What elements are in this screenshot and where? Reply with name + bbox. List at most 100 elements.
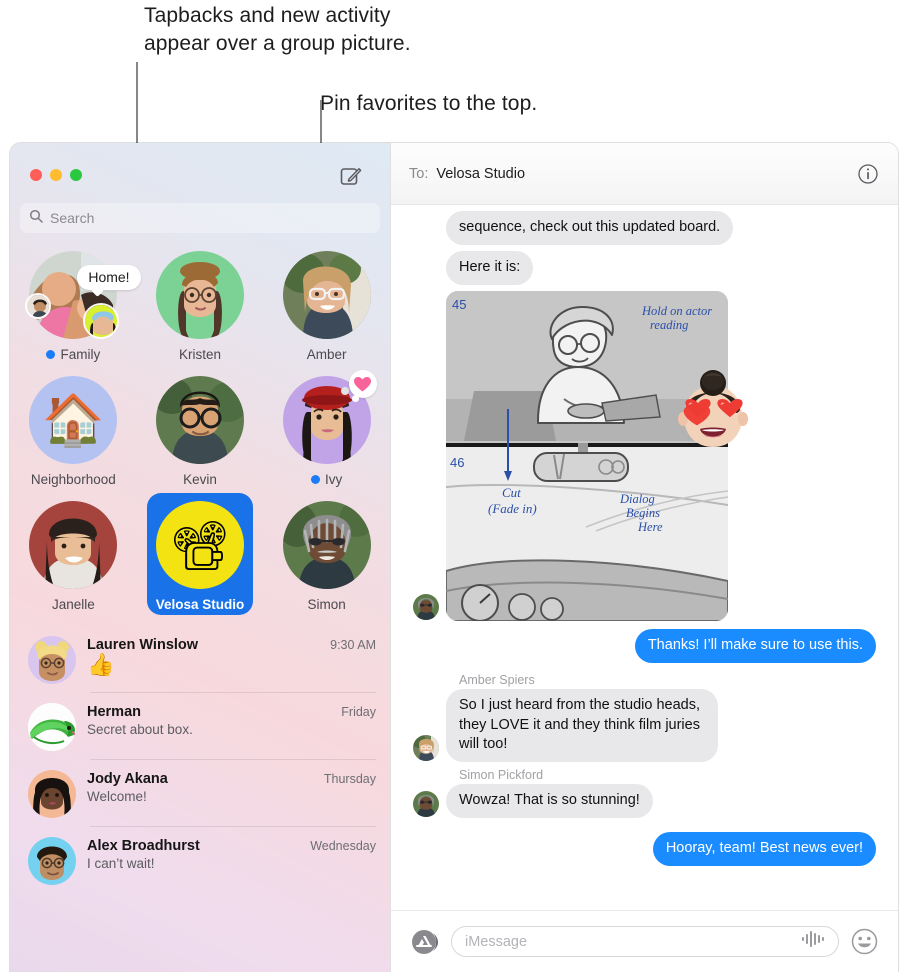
avatar-jody-akana bbox=[28, 770, 76, 818]
storyboard-image[interactable]: 45 Hold on actor reading 46 Cut (Fade in… bbox=[446, 291, 728, 622]
avatar-janelle bbox=[29, 501, 118, 589]
message-row: So I just heard from the studio heads, t… bbox=[413, 689, 876, 763]
conversation-row-lauren-winslow[interactable]: Lauren Winslow 9:30 AM 👍 bbox=[10, 626, 390, 693]
avatar-amber bbox=[282, 251, 371, 339]
pinned-item-amber-label: Amber bbox=[307, 347, 347, 362]
pinned-item-kevin-label: Kevin bbox=[183, 472, 217, 487]
traffic-lights bbox=[30, 169, 82, 181]
audio-waveform-icon[interactable] bbox=[801, 930, 825, 953]
message-input-bar: iMessage bbox=[391, 910, 898, 972]
conversation-preview: Welcome! bbox=[87, 789, 147, 804]
pinned-item-janelle[interactable]: Janelle bbox=[10, 501, 137, 612]
message-row: Wowza! That is so stunning! bbox=[413, 783, 876, 819]
label-text: Family bbox=[60, 347, 101, 362]
pinned-item-ivy-label: Ivy bbox=[311, 472, 342, 487]
avatar-lauren-winslow bbox=[28, 636, 76, 684]
message-thread-pane: To: Velosa Studio sequence, check out th… bbox=[390, 143, 898, 972]
pinned-item-kristen-label: Kristen bbox=[179, 347, 221, 362]
search-icon bbox=[29, 209, 43, 228]
messages-window: Search Home! Family Kristen Amber 🏠 Neig… bbox=[10, 143, 898, 972]
emoji-smiley-icon[interactable] bbox=[851, 928, 878, 955]
sidebar: Search Home! Family Kristen Amber 🏠 Neig… bbox=[10, 143, 390, 972]
pinned-item-velosa-studio[interactable]: 📽 Velosa Studio bbox=[137, 493, 264, 615]
window-titlebar bbox=[10, 143, 390, 203]
unread-dot-icon bbox=[311, 475, 321, 484]
thread-recipient[interactable]: Velosa Studio bbox=[436, 166, 525, 182]
pinned-item-kevin[interactable]: Kevin bbox=[137, 376, 264, 487]
label-text: Janelle bbox=[51, 597, 95, 612]
svg-text:45: 45 bbox=[452, 297, 466, 312]
svg-text:reading: reading bbox=[650, 318, 688, 332]
label-text: Kristen bbox=[178, 347, 221, 362]
label-text: Velosa Studio bbox=[155, 597, 245, 612]
avatar-kevin bbox=[155, 376, 244, 464]
conversation-row-jody-akana[interactable]: Jody Akana Thursday Welcome! bbox=[10, 760, 390, 827]
avatar-neighborhood: 🏠 bbox=[29, 376, 118, 464]
conversation-name: Lauren Winslow bbox=[87, 637, 199, 653]
message-bubble-outgoing[interactable]: Thanks! I’ll make sure to use this. bbox=[634, 629, 882, 664]
to-label: To: bbox=[409, 165, 429, 182]
search-placeholder: Search bbox=[50, 210, 95, 226]
avatar-velosa-studio: 📽 bbox=[155, 501, 244, 589]
conversation-preview: I can’t wait! bbox=[87, 856, 155, 871]
avatar-sender-amber bbox=[413, 734, 439, 761]
pinned-item-simon-label: Simon bbox=[308, 597, 346, 612]
close-button[interactable] bbox=[30, 169, 42, 181]
message-row-image: 45 Hold on actor reading 46 Cut (Fade in… bbox=[413, 291, 876, 622]
conversation-preview: 👍 bbox=[87, 652, 115, 677]
message-bubble-incoming[interactable]: Wowza! That is so stunning! bbox=[441, 783, 653, 819]
zoom-button[interactable] bbox=[70, 169, 82, 181]
message-sender-name: Simon Pickford bbox=[459, 767, 544, 782]
unread-dot-icon bbox=[46, 350, 56, 359]
conversation-time: 9:30 AM bbox=[330, 638, 376, 652]
minimize-button[interactable] bbox=[50, 169, 62, 181]
callout-tapbacks-text: Tapbacks and new activity appear over a … bbox=[144, 4, 411, 56]
house-with-garden-icon: 🏠 bbox=[42, 391, 105, 448]
pinned-item-family-label: Family bbox=[46, 347, 100, 362]
message-row: Thanks! I’ll make sure to use this. bbox=[413, 629, 882, 664]
callout-pin-favorites-text: Pin favorites to the top. bbox=[320, 92, 538, 115]
conversation-row-alex-broadhurst[interactable]: Alex Broadhurst Wednesday I can’t wait! bbox=[10, 827, 390, 894]
pinned-item-janelle-label: Janelle bbox=[52, 597, 95, 612]
pinned-item-neighborhood[interactable]: 🏠 Neighborhood bbox=[10, 376, 137, 487]
message-bubble-outgoing[interactable]: Hooray, team! Best news ever! bbox=[652, 831, 882, 867]
avatar-herman bbox=[28, 703, 76, 751]
message-bubble-incoming[interactable]: So I just heard from the studio heads, t… bbox=[441, 689, 718, 763]
message-bubble-incoming[interactable]: sequence, check out this updated board. bbox=[440, 211, 734, 246]
message-bubble-incoming[interactable]: Here it is: bbox=[440, 251, 534, 286]
label-text: Kevin bbox=[183, 472, 217, 487]
svg-text:Cut: Cut bbox=[502, 485, 521, 500]
svg-text:Hold on actor: Hold on actor bbox=[641, 304, 712, 318]
message-row: Hooray, team! Best news ever! bbox=[413, 831, 882, 867]
conversation-name: Alex Broadhurst bbox=[87, 838, 200, 854]
svg-text:46: 46 bbox=[450, 455, 464, 470]
imessage-input[interactable]: iMessage bbox=[451, 926, 839, 957]
conversation-time: Thursday bbox=[323, 772, 376, 786]
conversation-name: Herman bbox=[87, 704, 141, 720]
label-text: Simon bbox=[307, 597, 346, 612]
info-icon[interactable] bbox=[858, 164, 878, 189]
compose-icon[interactable] bbox=[340, 165, 362, 187]
imessage-placeholder: iMessage bbox=[465, 933, 528, 950]
pinned-item-simon[interactable]: Simon bbox=[263, 501, 390, 612]
conversation-time: Friday bbox=[341, 705, 376, 719]
heart-tapback-icon bbox=[348, 370, 377, 402]
app-store-icon[interactable] bbox=[411, 928, 439, 956]
message-sender-name: Amber Spiers bbox=[459, 673, 535, 688]
film-projector-icon: 📽 bbox=[169, 519, 231, 573]
avatar-alex-broadhurst bbox=[28, 837, 76, 885]
pinned-item-ivy[interactable]: Ivy bbox=[263, 370, 390, 487]
avatar-simon bbox=[282, 501, 371, 589]
message-list[interactable]: sequence, check out this updated board. … bbox=[391, 205, 898, 910]
conversation-row-herman[interactable]: Herman Friday Secret about box. bbox=[10, 693, 390, 760]
svg-text:Dialog: Dialog bbox=[619, 492, 655, 506]
pinned-item-family[interactable]: Home! Family bbox=[10, 251, 141, 362]
message-row: Here it is: bbox=[413, 251, 876, 286]
conversation-name: Jody Akana bbox=[87, 771, 168, 787]
pinned-item-kristen[interactable]: Kristen bbox=[137, 251, 264, 362]
svg-text:Here: Here bbox=[637, 520, 663, 534]
conversation-list: Lauren Winslow 9:30 AM 👍 Herman Friday S… bbox=[10, 626, 390, 972]
search-input[interactable]: Search bbox=[20, 203, 380, 233]
pinned-item-amber[interactable]: Amber bbox=[263, 251, 390, 362]
avatar-family-member-2 bbox=[83, 303, 120, 339]
